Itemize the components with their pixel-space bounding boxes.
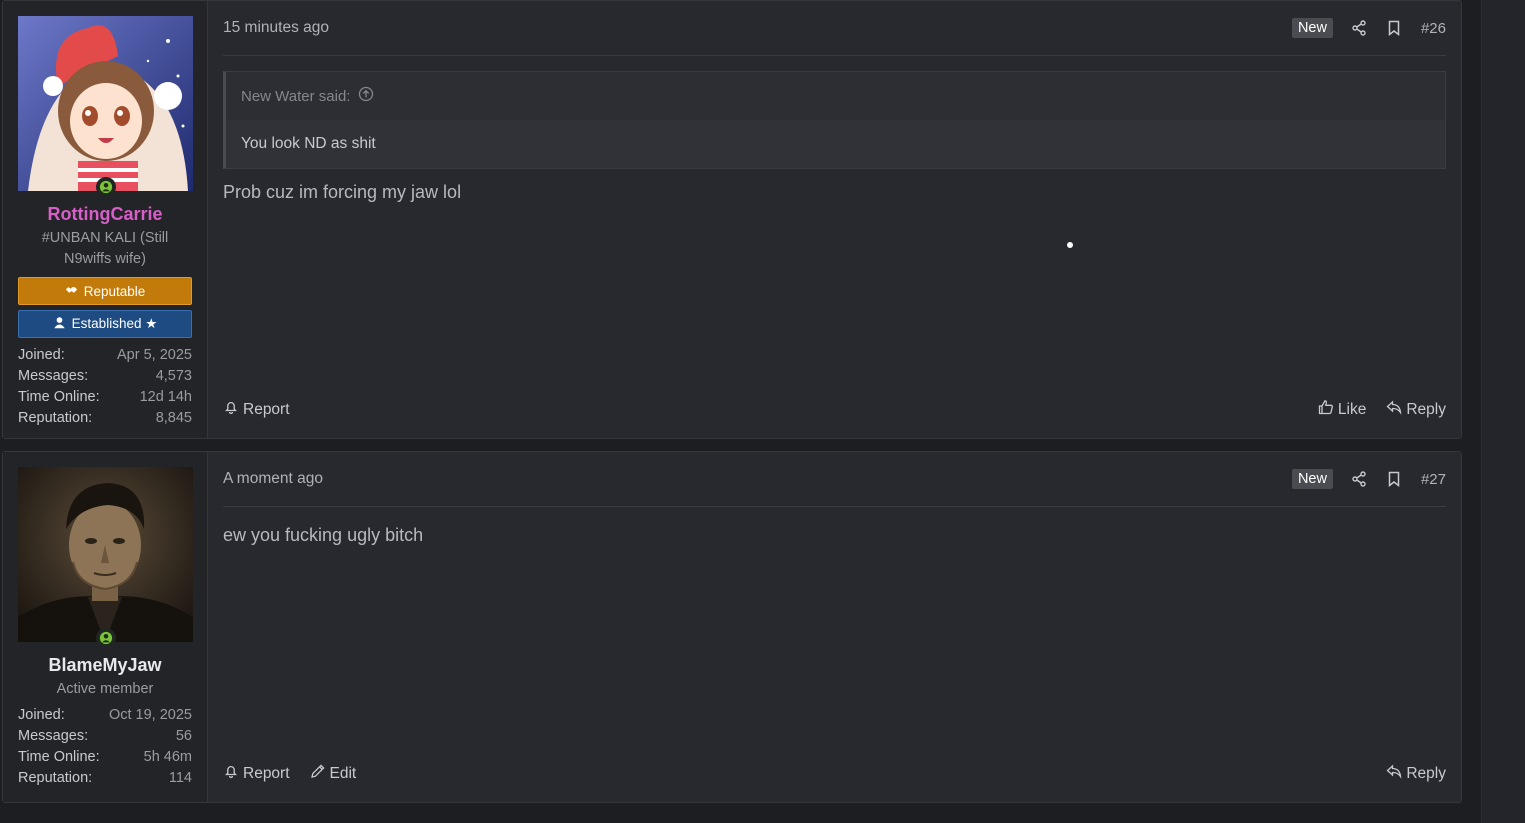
user-stats: Joined: Apr 5, 2025 Messages: 4,573 Time O… xyxy=(18,345,192,429)
mouse-cursor xyxy=(1067,242,1073,248)
online-status-icon xyxy=(96,628,116,648)
post-number-link[interactable]: #27 xyxy=(1421,471,1446,488)
post-header-actions: New #26 xyxy=(1291,18,1446,38)
reputable-banner: Reputable xyxy=(18,277,192,305)
user-stats: Joined: Oct 19, 2025 Messages: 56 Time Onl… xyxy=(18,705,192,789)
post-27: BlameMyJaw Active member Joined: Oct 19, … xyxy=(2,451,1462,803)
online-status-icon xyxy=(96,177,116,197)
new-badge: New xyxy=(1291,18,1333,38)
user-info-panel: RottingCarrie #UNBAN KALI (Still N9wiffs… xyxy=(3,1,208,438)
post-footer: Report Like Reply xyxy=(223,399,1446,420)
quote-attribution[interactable]: New Water said: xyxy=(226,72,1445,120)
post-message: ew you fucking ugly bitch xyxy=(223,525,424,545)
reply-arrow-icon xyxy=(1386,763,1402,784)
established-banner: Established ★ xyxy=(18,310,192,338)
post-message: Prob cuz im forcing my jaw lol xyxy=(223,182,462,202)
bookmark-icon[interactable] xyxy=(1386,20,1403,37)
user-title: Active member xyxy=(56,681,154,697)
post-content: 15 minutes ago New #26 New Water said: Y… xyxy=(208,1,1461,438)
user-title: #UNBAN KALI (Still N9wiffs wife) xyxy=(41,230,169,267)
post-number-link[interactable]: #26 xyxy=(1421,20,1446,37)
share-icon[interactable] xyxy=(1351,20,1368,37)
user-info-panel: BlameMyJaw Active member Joined: Oct 19, … xyxy=(3,452,208,802)
post-26: RottingCarrie #UNBAN KALI (Still N9wiffs… xyxy=(2,0,1462,439)
post-header: 15 minutes ago New #26 xyxy=(223,1,1446,56)
post-footer: Report Edit Reply xyxy=(223,763,1446,784)
like-button[interactable]: Like xyxy=(1318,399,1366,420)
page-scroll-gutter xyxy=(1481,0,1525,823)
post-content: A moment ago New #27 ew you fucking ugly… xyxy=(208,452,1461,802)
stat-reputation: Reputation: 114 xyxy=(18,770,192,786)
stat-messages: Messages: 56 xyxy=(18,728,192,744)
avatar[interactable] xyxy=(18,16,193,197)
user-icon xyxy=(53,316,66,332)
post-date[interactable]: A moment ago xyxy=(223,470,323,488)
report-button[interactable]: Report xyxy=(223,763,290,784)
bookmark-icon[interactable] xyxy=(1386,471,1403,488)
banner-label: Reputable xyxy=(83,283,146,299)
like-label: Like xyxy=(1337,400,1367,418)
quote-text: You look ND as shit xyxy=(226,120,1445,168)
post-date[interactable]: 15 minutes ago xyxy=(223,19,329,37)
jump-to-quote-icon[interactable] xyxy=(358,86,374,106)
quote-author[interactable]: New Water said: xyxy=(241,88,350,105)
report-label: Report xyxy=(243,400,290,418)
avatar[interactable] xyxy=(18,467,193,648)
reply-button[interactable]: Reply xyxy=(1386,763,1446,784)
banner-label: Established ★ xyxy=(71,316,158,331)
pencil-icon xyxy=(310,763,326,784)
post-header: A moment ago New #27 xyxy=(223,452,1446,507)
share-icon[interactable] xyxy=(1351,471,1368,488)
handshake-icon xyxy=(65,283,78,299)
edit-button[interactable]: Edit xyxy=(310,763,357,784)
stat-time-online: Time Online: 12d 14h xyxy=(18,389,192,405)
username[interactable]: RottingCarrie xyxy=(18,204,192,225)
thumbs-up-icon xyxy=(1318,399,1334,420)
reply-label: Reply xyxy=(1406,400,1446,418)
stat-joined: Joined: Oct 19, 2025 xyxy=(18,707,192,723)
post-header-actions: New #27 xyxy=(1291,469,1446,489)
report-button[interactable]: Report xyxy=(223,399,290,420)
stat-reputation: Reputation: 8,845 xyxy=(18,410,192,426)
new-badge: New xyxy=(1291,469,1333,489)
reply-label: Reply xyxy=(1406,764,1446,782)
stat-time-online: Time Online: 5h 46m xyxy=(18,749,192,765)
stat-joined: Joined: Apr 5, 2025 xyxy=(18,347,192,363)
quote-block: New Water said: You look ND as shit xyxy=(223,71,1446,169)
bell-icon xyxy=(223,763,239,784)
stat-messages: Messages: 4,573 xyxy=(18,368,192,384)
reply-arrow-icon xyxy=(1386,399,1402,420)
reply-button[interactable]: Reply xyxy=(1386,399,1446,420)
report-label: Report xyxy=(243,764,290,782)
username[interactable]: BlameMyJaw xyxy=(18,655,192,676)
bell-icon xyxy=(223,399,239,420)
edit-label: Edit xyxy=(329,764,357,782)
